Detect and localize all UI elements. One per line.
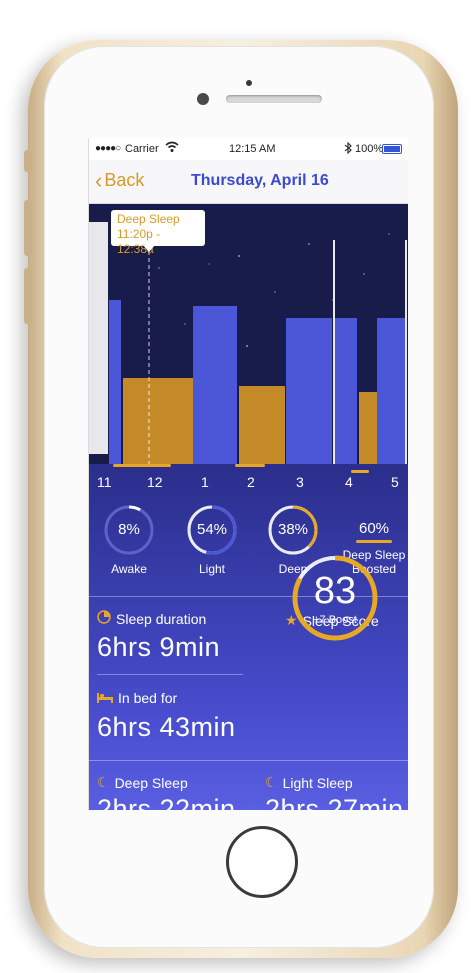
tooltip-pointer	[143, 245, 155, 252]
light-sleep-bar	[193, 306, 237, 464]
boosted-underline	[356, 540, 392, 543]
deep-sleep-value: 2hrs 22min	[97, 794, 236, 810]
tick-label: 2	[247, 474, 255, 490]
stat-divider	[97, 674, 243, 675]
awake-percent: 8%	[118, 521, 140, 538]
bluetooth-icon	[344, 141, 352, 157]
app-screen: ●●●●○ Carrier 12:15 AM 100% ‹ Back Thurs…	[88, 138, 408, 810]
clock-icon	[97, 610, 111, 627]
tick-label: 5	[391, 474, 399, 490]
boosted-value: 60%	[358, 520, 390, 537]
bed-icon	[97, 690, 113, 706]
light-sleep-bar	[109, 300, 121, 464]
moon-stars-icon: ☾	[97, 774, 110, 790]
signal-icon: ●●●●○	[95, 143, 121, 154]
hour-axis: 11 12 1 2 3 4 5	[89, 470, 408, 494]
deep-percent: 38%	[277, 521, 309, 538]
front-camera	[246, 80, 252, 86]
sleep-duration-value: 6hrs 9min	[97, 632, 221, 662]
sleep-score-boost: +7 Boost	[313, 614, 357, 626]
proximity-sensor	[197, 93, 209, 105]
chevron-left-icon: ‹	[95, 167, 103, 193]
light-sleep-label: ☾ Light Sleep	[265, 774, 353, 791]
sleep-score-ring[interactable]: 83 +7 Boost	[289, 552, 381, 644]
carrier-label: Carrier	[125, 143, 159, 155]
deep-marker	[113, 464, 171, 467]
sleep-score-value: 83	[313, 570, 357, 612]
tick-label: 11	[97, 474, 112, 490]
battery-icon	[382, 144, 402, 154]
back-button[interactable]: ‹ Back	[95, 167, 145, 193]
awake-ring[interactable]: 8%	[103, 504, 155, 556]
light-label: Light	[198, 562, 226, 576]
tooltip-title: Deep Sleep	[117, 212, 180, 226]
in-bed-value: 6hrs 43min	[97, 712, 236, 742]
tick-label: 12	[147, 474, 163, 490]
light-percent: 54%	[196, 521, 228, 538]
tooltip-range: 11:20p - 12:38a	[117, 227, 161, 256]
summary-panel: 11 12 1 2 3 4 5 8% Awake 54% Light 38% D…	[89, 464, 408, 810]
battery-percent: 100%	[355, 143, 384, 155]
moon-icon: ☾	[265, 774, 278, 790]
light-ring[interactable]: 54%	[186, 504, 238, 556]
home-button[interactable]	[226, 826, 298, 898]
light-sleep-bar	[377, 318, 405, 464]
back-label: Back	[104, 170, 145, 190]
sleep-chart[interactable]: Deep Sleep 11:20p - 12:38a	[89, 204, 408, 464]
sleep-duration-label: Sleep duration	[97, 610, 206, 627]
in-bed-text: In bed for	[118, 690, 178, 706]
awake-label: Awake	[111, 562, 147, 576]
deep-sleep-label: ☾ Deep Sleep	[97, 774, 188, 791]
sleep-duration-text: Sleep duration	[116, 610, 207, 627]
earpiece-speaker	[226, 95, 322, 103]
deep-sleep-bar	[359, 392, 377, 464]
mute-switch	[24, 150, 32, 172]
in-bed-end-marker	[333, 240, 335, 464]
status-bar: ●●●●○ Carrier 12:15 AM 100%	[89, 138, 408, 160]
deep-sleep-text: Deep Sleep	[114, 774, 188, 791]
deep-marker	[351, 470, 369, 473]
deep-sleep-bar	[123, 378, 193, 464]
page-title: Thursday, April 16	[191, 172, 329, 189]
chart-right-edge	[405, 240, 407, 464]
deep-ring[interactable]: 38%	[267, 504, 319, 556]
light-sleep-value: 2hrs 27min	[265, 794, 404, 810]
tick-label: 4	[345, 474, 353, 490]
status-time: 12:15 AM	[229, 143, 276, 155]
tick-label: 3	[296, 474, 304, 490]
section-divider	[89, 760, 408, 761]
tick-label: 1	[201, 474, 209, 490]
wifi-icon	[165, 141, 179, 156]
deep-sleep-bar	[239, 386, 285, 464]
light-sleep-bar	[286, 318, 332, 464]
in-bed-label: In bed for	[97, 690, 177, 706]
light-sleep-text: Light Sleep	[282, 774, 353, 791]
tooltip: Deep Sleep 11:20p - 12:38a	[111, 210, 205, 256]
deep-marker	[235, 464, 265, 467]
volume-up-button	[24, 200, 32, 256]
light-sleep-bar	[335, 318, 357, 464]
navigation-bar: ‹ Back Thursday, April 16	[89, 160, 408, 204]
volume-down-button	[24, 268, 32, 324]
in-bed-start-marker	[89, 222, 108, 454]
